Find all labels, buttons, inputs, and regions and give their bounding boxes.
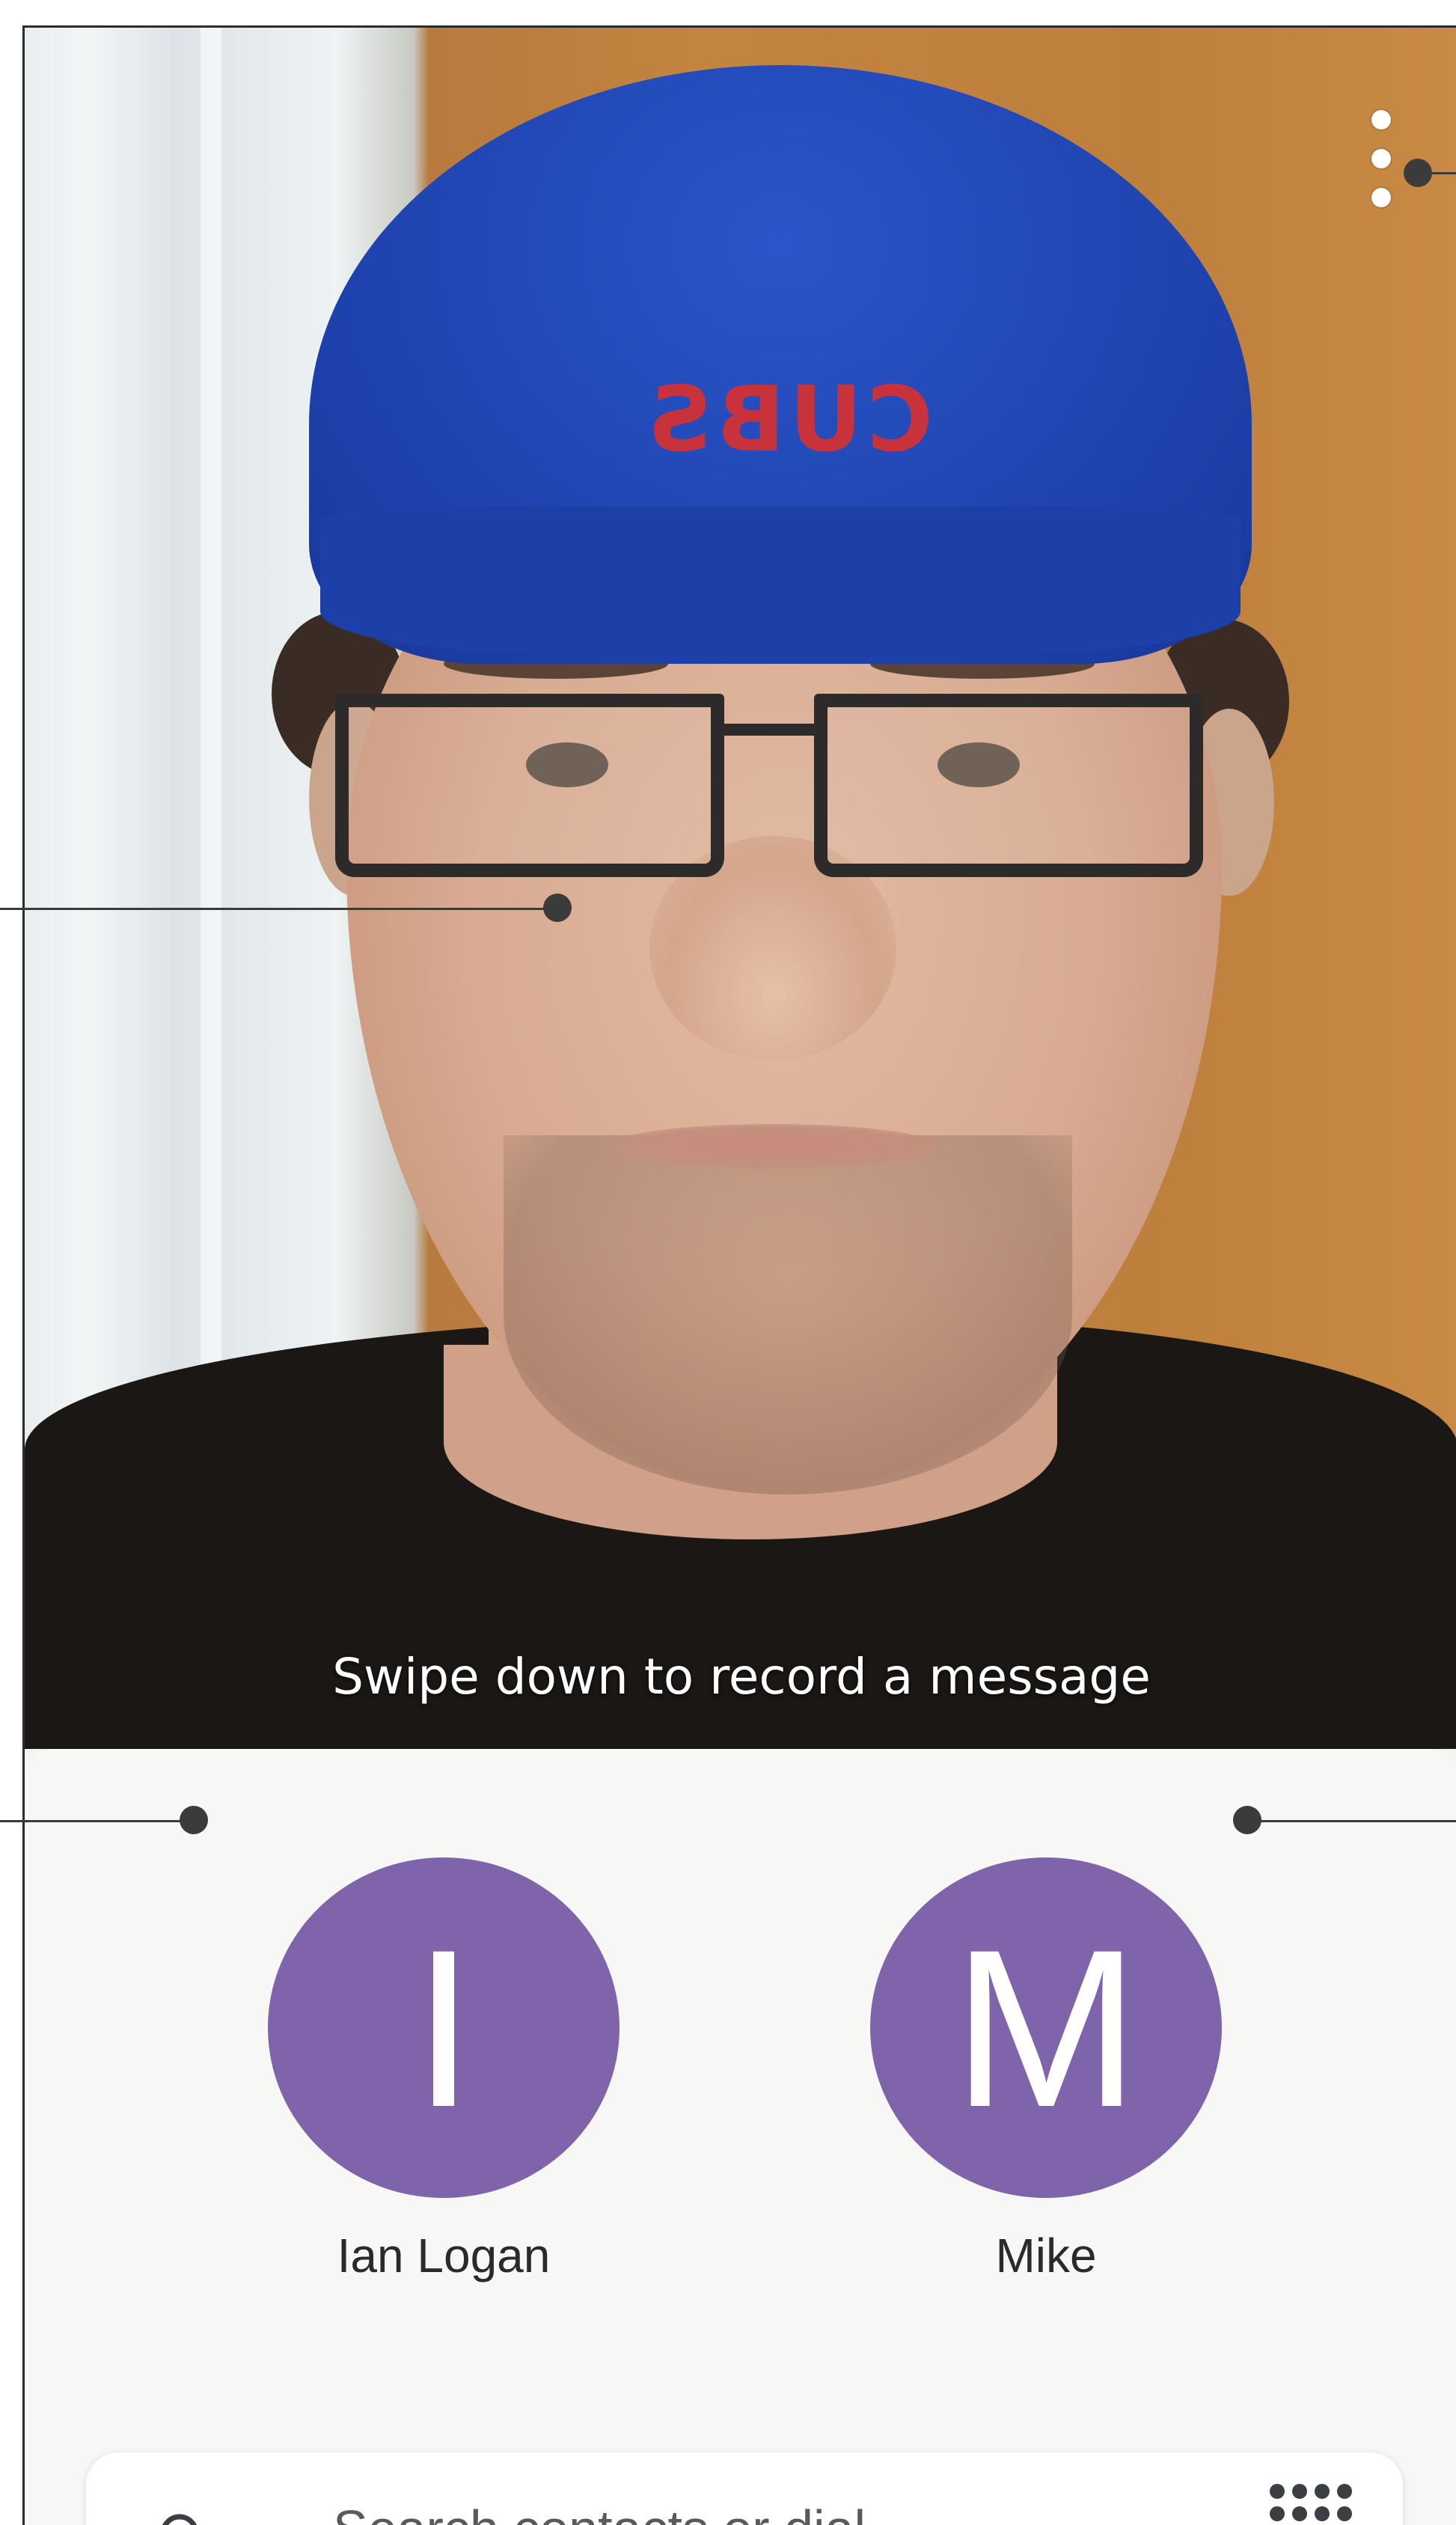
contacts-sheet[interactable]: I Ian Logan M Mike Search contacts or di… [25,1749,1456,2525]
callout-dot-sheet-left [180,1806,208,1834]
contact-ian-logan[interactable]: I Ian Logan [268,1857,620,2283]
callout-line-sheet-left [0,1820,195,1822]
person-hat-band [320,507,1241,656]
contact-name: Ian Logan [337,2229,551,2283]
person-stubble [504,1135,1072,1494]
search-icon [162,2514,197,2525]
callout-dot-preview [543,894,572,922]
contact-name: Mike [995,2229,1097,2283]
person-mouth [608,1124,937,1169]
avatar[interactable]: M [870,1857,1222,2198]
hat-logo: CUBS [643,368,933,472]
callout-line-preview [0,908,557,910]
callout-dot-menu [1404,159,1432,187]
person-glasses [335,694,1214,888]
phone-screen: CUBS Swipe down to record a message I Ia… [22,25,1456,2525]
contact-mike[interactable]: M Mike [870,1857,1222,2283]
callout-dot-sheet-right [1233,1806,1261,1834]
glasses-lens-right [814,694,1203,877]
more-options-button[interactable] [1356,103,1401,222]
search-bar[interactable]: Search contacts or dial [86,2452,1403,2525]
glasses-lens-left [335,694,724,877]
callout-line-sheet-right [1248,1820,1456,1822]
avatar[interactable]: I [268,1857,620,2198]
glasses-bridge [718,724,823,736]
search-input[interactable]: Search contacts or dial [333,2499,866,2525]
swipe-down-hint: Swipe down to record a message [332,1648,1151,1706]
dialpad-icon[interactable] [1267,2481,1352,2525]
camera-preview[interactable]: CUBS Swipe down to record a message [25,28,1456,1749]
